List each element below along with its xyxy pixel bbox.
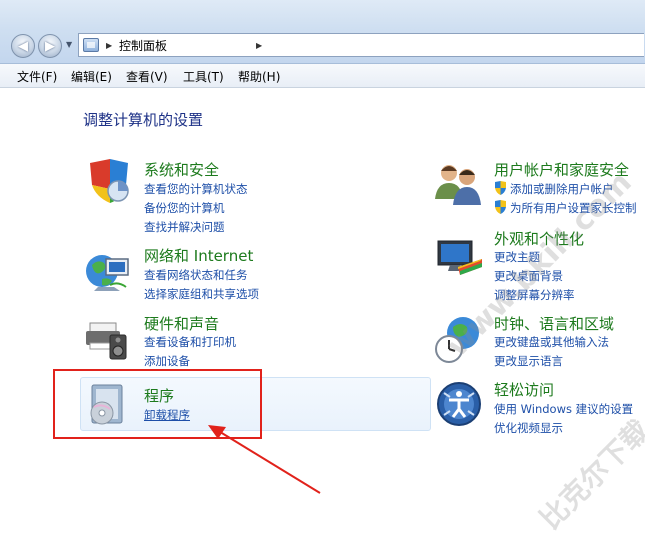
uac-shield-icon — [495, 200, 506, 214]
chevron-right-icon[interactable]: ▶ — [106, 41, 112, 50]
optimize-display-link[interactable]: 优化视频显示 — [494, 420, 563, 436]
security-shield-icon[interactable] — [84, 159, 132, 207]
menu-edit[interactable]: 编辑(E) — [71, 68, 112, 85]
network-title[interactable]: 网络和 Internet — [144, 245, 253, 266]
annotation-arrow-icon — [208, 425, 321, 494]
view-computer-status-link[interactable]: 查看您的计算机状态 — [144, 181, 248, 197]
display-palette-icon[interactable] — [436, 237, 484, 281]
page-title: 调整计算机的设置 — [83, 111, 204, 129]
back-button[interactable]: ◀ — [11, 34, 35, 58]
chevron-right-icon[interactable]: ▶ — [256, 41, 262, 50]
users-icon[interactable] — [433, 159, 485, 207]
ease-of-access-icon[interactable] — [436, 381, 482, 427]
arrow-left-icon: ◀ — [18, 38, 28, 54]
backup-computer-link[interactable]: 备份您的计算机 — [144, 200, 225, 216]
menu-tools[interactable]: 工具(T) — [183, 68, 224, 85]
uac-shield-icon — [495, 181, 506, 195]
recent-pages-dropdown-icon[interactable]: ▼ — [66, 40, 72, 49]
title-bar: ◀ ▶ ▼ ▶ 控制面板 ▶ — [0, 0, 645, 64]
control-panel-content: 调整计算机的设置 系统和安全 查看您的计算机状态 备份您的计算机 查找并解决问题… — [0, 89, 645, 536]
network-status-link[interactable]: 查看网络状态和任务 — [144, 267, 248, 283]
menu-view[interactable]: 查看(V) — [126, 68, 168, 85]
ease-of-access-title[interactable]: 轻松访问 — [494, 379, 554, 400]
forward-button[interactable]: ▶ — [38, 34, 62, 58]
hardware-sound-title[interactable]: 硬件和声音 — [144, 313, 219, 334]
printer-speaker-icon[interactable] — [84, 315, 132, 363]
address-path[interactable]: 控制面板 — [119, 37, 167, 54]
devices-printers-link[interactable]: 查看设备和打印机 — [144, 334, 236, 350]
network-globe-icon[interactable] — [84, 247, 132, 295]
control-panel-icon — [83, 38, 99, 52]
homegroup-sharing-link[interactable]: 选择家庭组和共享选项 — [144, 286, 259, 302]
troubleshoot-link[interactable]: 查找并解决问题 — [144, 219, 225, 235]
menu-file[interactable]: 文件(F) — [17, 68, 57, 85]
menu-bar: 文件(F) 编辑(E) 查看(V) 工具(T) 帮助(H) — [0, 64, 645, 88]
add-device-link[interactable]: 添加设备 — [144, 353, 190, 369]
system-security-title[interactable]: 系统和安全 — [144, 159, 219, 180]
address-bar[interactable]: ▶ 控制面板 ▶ — [78, 33, 644, 57]
recommended-settings-link[interactable]: 使用 Windows 建议的设置 — [494, 401, 633, 417]
arrow-right-icon: ▶ — [45, 38, 55, 54]
menu-help[interactable]: 帮助(H) — [238, 68, 280, 85]
